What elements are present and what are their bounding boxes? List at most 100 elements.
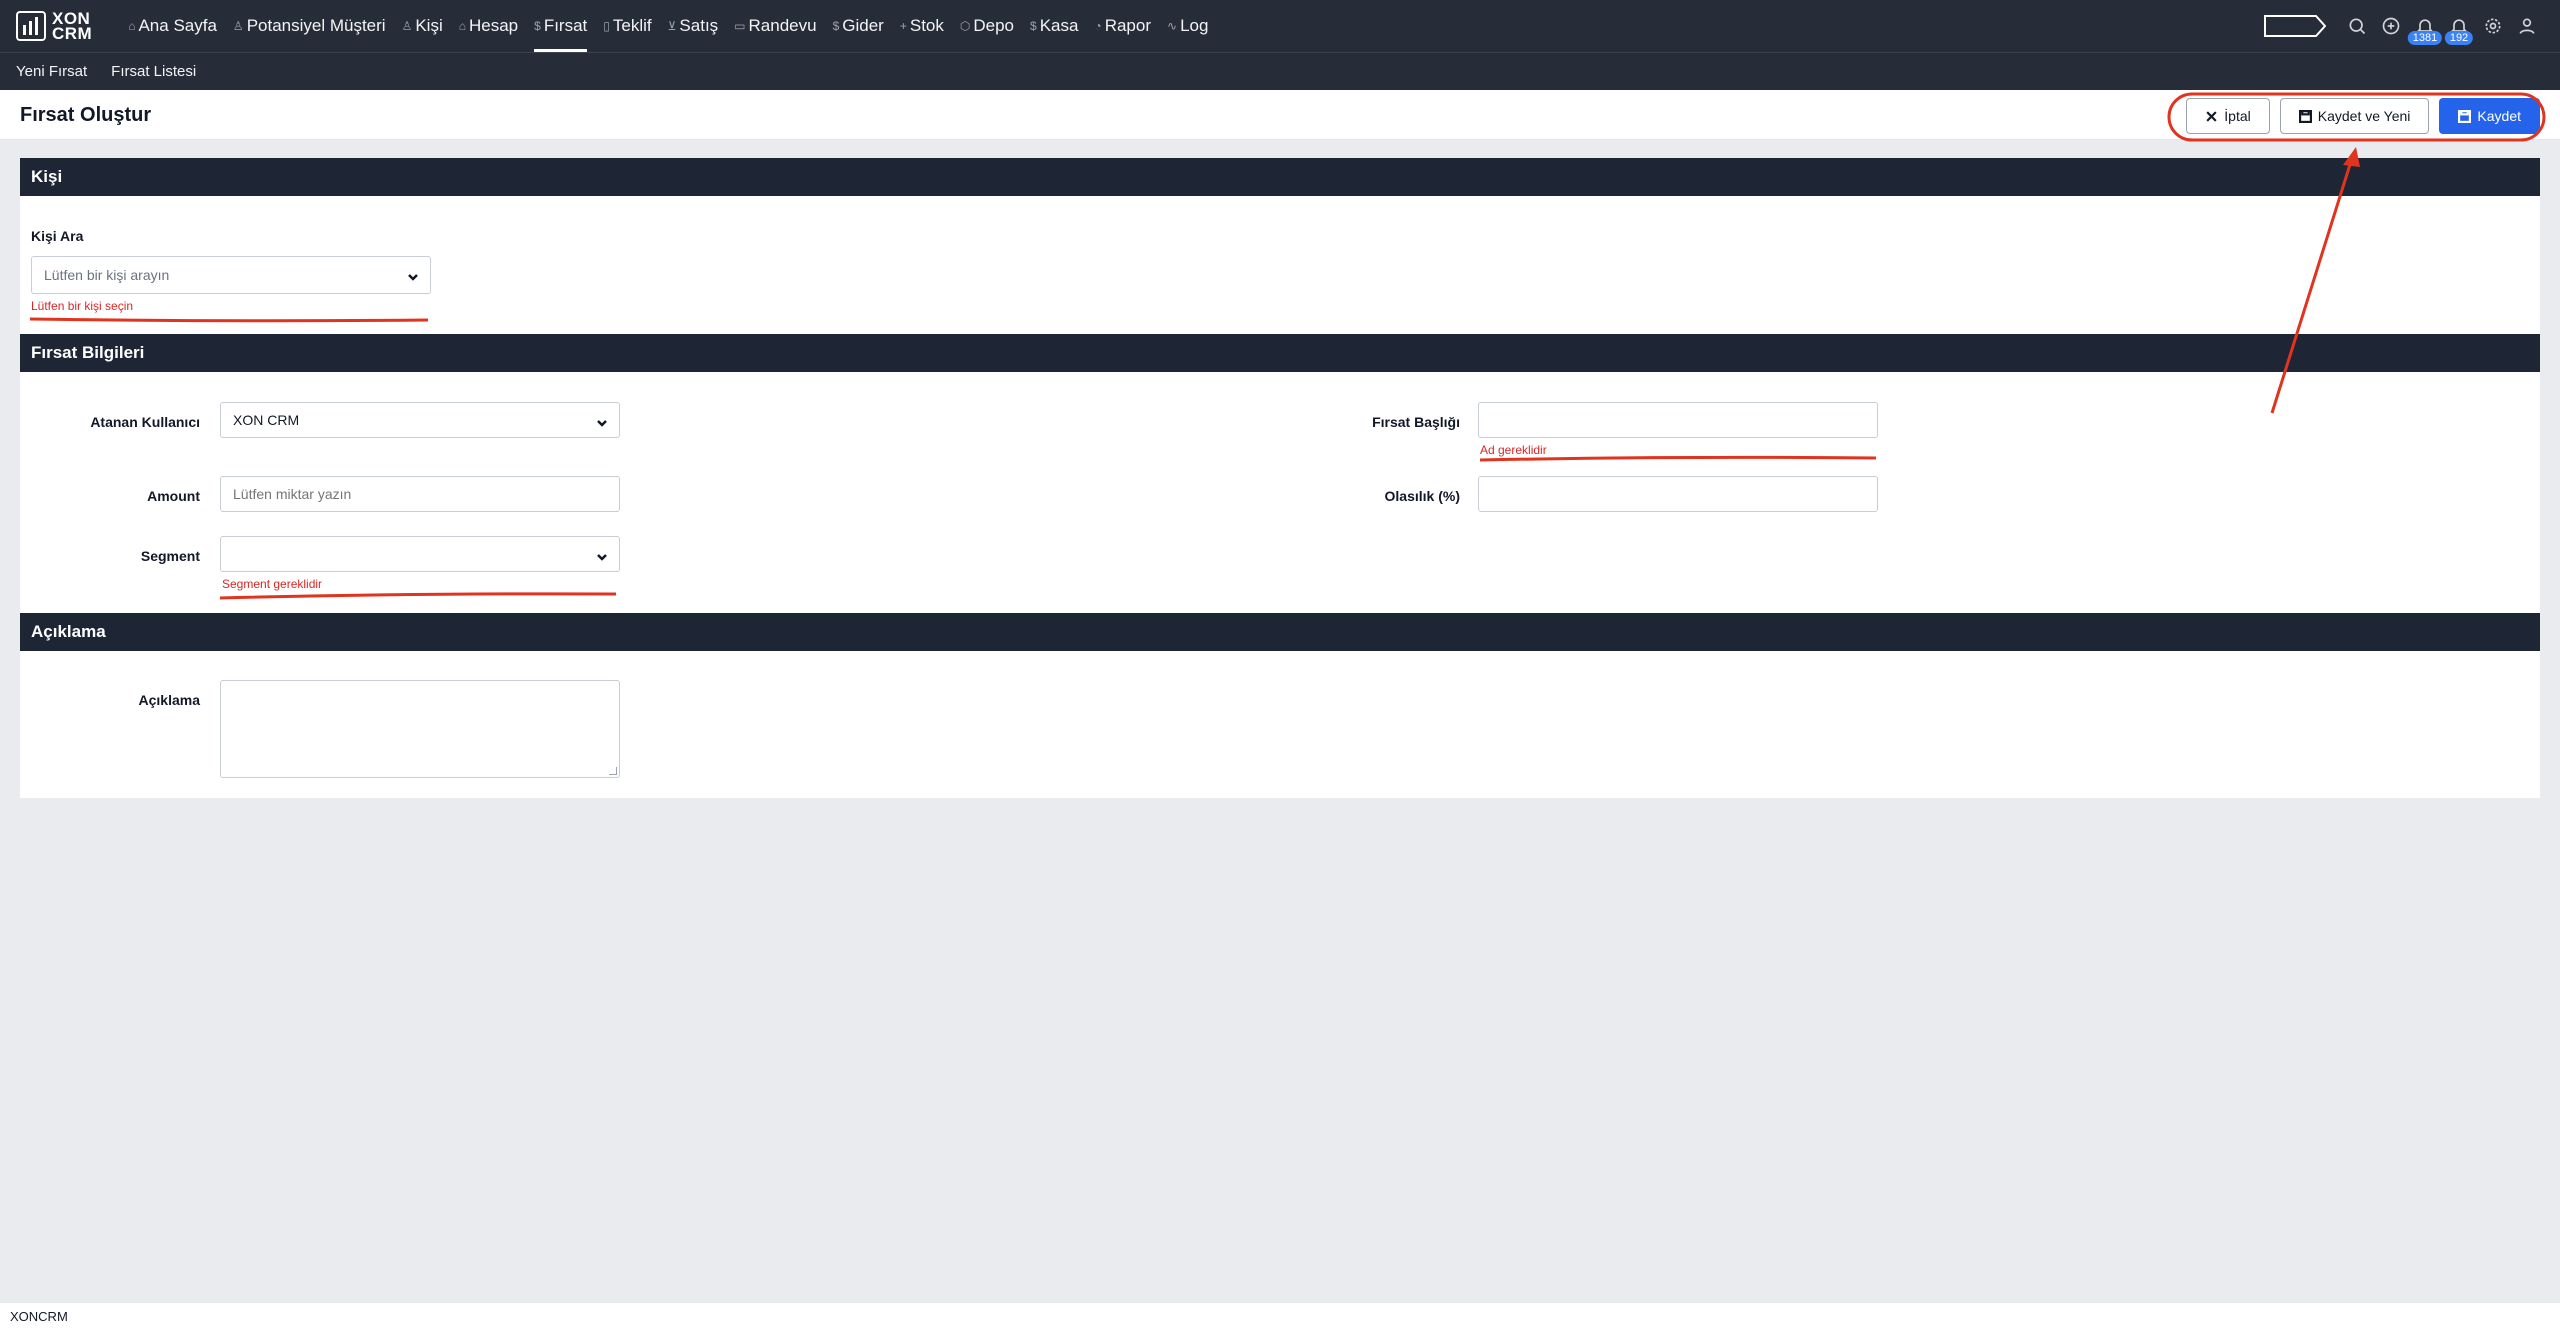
nav-item-potansiyel-musteri[interactable]: ♙ Potansiyel Müşteri: [225, 0, 394, 52]
nav-item-kisi[interactable]: ♙ Kişi: [394, 0, 451, 52]
segment-select[interactable]: [220, 536, 620, 572]
logo[interactable]: XON CRM: [16, 10, 93, 43]
notification-badge: 1381: [2407, 31, 2443, 45]
home-icon: ⌂: [128, 19, 136, 33]
nav-label: Teklif: [612, 16, 652, 35]
chevron-down-icon: [597, 549, 607, 561]
save-and-new-label: Kaydet ve Yeni: [2317, 108, 2411, 124]
description-label: Açıklama: [138, 692, 200, 708]
calendar-icon: ▭: [734, 19, 746, 33]
plus-icon: +: [899, 19, 907, 33]
nav-label: Hesap: [469, 16, 519, 35]
logo-line2: CRM: [52, 24, 93, 43]
pie-chart-icon: ◔: [1094, 19, 1102, 33]
sub-navbar: Yeni Fırsat Fırsat Listesi: [0, 52, 2560, 90]
chevron-down-icon: [408, 269, 418, 281]
bell-icon[interactable]: 1381: [2407, 9, 2443, 45]
nav-item-teklif[interactable]: ▯ Teklif: [595, 0, 659, 52]
section-description-header: Açıklama: [20, 613, 2540, 651]
users-icon: ♙: [401, 19, 413, 33]
nav-label: Stok: [909, 16, 944, 35]
person-search-error: Lütfen bir kişi seçin: [31, 299, 134, 313]
nav-label: Potansiyel Müşteri: [246, 16, 386, 35]
form-card: Kişi Kişi Ara Lütfen bir kişi arayın Lüt…: [20, 158, 2540, 798]
save-button[interactable]: Kaydet: [2439, 98, 2540, 134]
nav-item-kasa[interactable]: $ Kasa: [1022, 0, 1086, 52]
notification-badge: 192: [2444, 31, 2474, 45]
cancel-label: İptal: [2224, 108, 2251, 124]
nav-label: Rapor: [1104, 16, 1152, 35]
main-nav: ⌂ Ana Sayfa ♙ Potansiyel Müşteri ♙ Kişi ⌂ He…: [120, 0, 1216, 52]
close-icon: [2206, 110, 2217, 122]
chevron-down-icon: [597, 415, 607, 427]
top-right-tools: 1381 192: [2264, 0, 2544, 52]
user-icon: ♙: [232, 19, 244, 33]
nav-label: Depo: [973, 16, 1015, 35]
resize-handle-icon[interactable]: [609, 767, 617, 775]
section-opportunity-header: Fırsat Bilgileri: [20, 334, 2540, 372]
logo-icon: [16, 11, 46, 41]
nav-item-stok[interactable]: + Stok: [892, 0, 952, 52]
box-icon: ⬡: [959, 19, 971, 33]
segment-error: Segment gereklidir: [222, 577, 323, 591]
dollar-icon: $: [832, 19, 840, 33]
top-navbar: XON CRM ⌂ Ana Sayfa ♙ Potansiyel Müşteri ♙…: [0, 0, 2560, 52]
cancel-button[interactable]: İptal: [2186, 98, 2270, 134]
dollar-icon: $: [1030, 19, 1037, 33]
nav-label: Satış: [679, 16, 719, 35]
opportunity-title-input[interactable]: [1478, 402, 1878, 438]
flag-arrow-icon[interactable]: [2264, 15, 2327, 37]
person-search-select[interactable]: Lütfen bir kişi arayın: [31, 256, 431, 294]
building-icon: ⌂: [458, 19, 466, 33]
section-person-header: Kişi: [20, 158, 2540, 196]
opportunity-title-error: Ad gereklidir: [1480, 443, 1547, 457]
nav-label: Log: [1180, 16, 1209, 35]
gear-icon[interactable]: [2476, 9, 2510, 43]
nav-item-firsat[interactable]: $ Fırsat: [526, 0, 595, 52]
add-circle-icon[interactable]: [2374, 9, 2408, 43]
nav-item-rapor[interactable]: ◔ Rapor: [1086, 0, 1159, 52]
nav-item-randevu[interactable]: ▭ Randevu: [726, 0, 824, 52]
save-icon: [2298, 109, 2312, 123]
footer-brand: XONCRM: [10, 1309, 68, 1324]
amount-input[interactable]: [220, 476, 620, 512]
nav-label: Kişi: [415, 16, 443, 35]
page-header: Fırsat Oluştur İptal Kaydet ve Yeni Kayd…: [0, 90, 2560, 140]
dollar-icon: $: [534, 19, 541, 33]
nav-label: Ana Sayfa: [138, 16, 217, 35]
nav-label: Randevu: [748, 16, 817, 35]
nav-label: Gider: [842, 16, 884, 35]
nav-label: Kasa: [1039, 16, 1079, 35]
document-icon: ▯: [603, 19, 610, 33]
amount-label: Amount: [147, 488, 200, 504]
save-and-new-button[interactable]: Kaydet ve Yeni: [2279, 98, 2430, 134]
person-search-label: Kişi Ara: [31, 228, 84, 244]
assigned-user-label: Atanan Kullanıcı: [90, 414, 200, 430]
probability-label: Olasılık (%): [1384, 488, 1460, 504]
activity-icon: ∿: [1167, 19, 1178, 33]
bell-icon[interactable]: 192: [2442, 9, 2476, 45]
nav-item-gider[interactable]: $ Gider: [825, 0, 892, 52]
footer: XONCRM: [0, 1302, 2560, 1330]
cart-icon: ⊻: [667, 19, 677, 33]
save-label: Kaydet: [2477, 108, 2521, 124]
opportunity-title-label: Fırsat Başlığı: [1372, 414, 1460, 430]
person-search-placeholder: Lütfen bir kişi arayın: [44, 267, 170, 283]
nav-item-log[interactable]: ∿ Log: [1159, 0, 1216, 52]
nav-label: Fırsat: [543, 16, 588, 35]
subnav-new-opportunity[interactable]: Yeni Fırsat: [16, 63, 87, 80]
nav-item-satis[interactable]: ⊻ Satış: [660, 0, 727, 52]
nav-item-ana-sayfa[interactable]: ⌂ Ana Sayfa: [120, 0, 225, 52]
segment-label: Segment: [140, 548, 200, 564]
search-icon[interactable]: [2340, 9, 2374, 43]
probability-input[interactable]: [1478, 476, 1878, 512]
nav-item-depo[interactable]: ⬡ Depo: [952, 0, 1022, 52]
assigned-user-select[interactable]: XON CRM: [220, 402, 620, 438]
nav-item-hesap[interactable]: ⌂ Hesap: [451, 0, 526, 52]
user-profile-icon[interactable]: [2510, 9, 2544, 43]
subnav-opportunity-list[interactable]: Fırsat Listesi: [111, 63, 196, 80]
description-textarea[interactable]: [220, 680, 620, 778]
assigned-user-value: XON CRM: [233, 412, 300, 428]
page-title: Fırsat Oluştur: [20, 104, 152, 126]
header-actions: İptal Kaydet ve Yeni Kaydet: [2186, 98, 2540, 134]
